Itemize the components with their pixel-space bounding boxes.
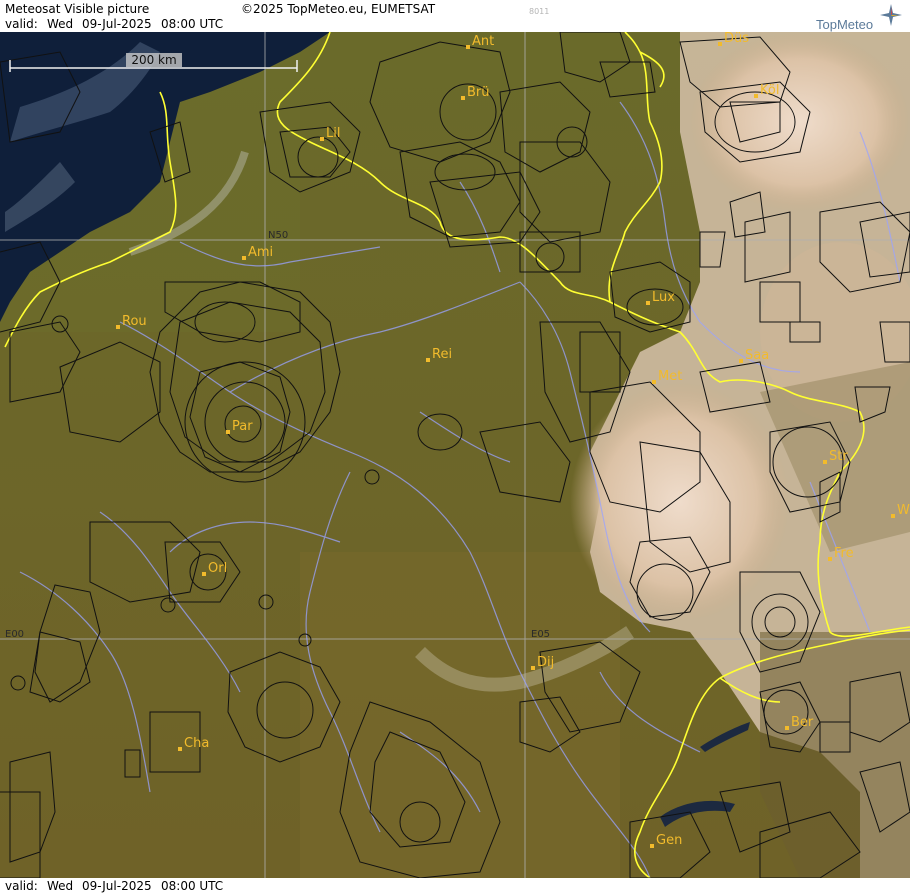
image-code: 8011 (529, 7, 550, 16)
valid-day: Wed (47, 17, 74, 31)
city-label: Rou (122, 314, 147, 329)
city-dot (226, 430, 230, 434)
satellite-map[interactable]: N50 E00 E05 200 km Ant DüsBrü KölLilAmiL… (0, 32, 910, 878)
footer-valid-time: 08:00 UTC (161, 879, 224, 893)
city-label: Cha (184, 736, 209, 751)
city-label: Met (658, 369, 682, 384)
city-label: Ber (791, 715, 814, 730)
city-label: Rei (432, 347, 452, 362)
city-dot (242, 256, 246, 260)
grid-label-lon-west: E00 (5, 629, 24, 640)
city-label: Ami (248, 245, 273, 260)
city-label: Fre (834, 546, 854, 561)
city-label: Lux (652, 290, 675, 305)
city-label: Düs (724, 32, 749, 46)
city-dot (823, 460, 827, 464)
brand-logo-text: TopMeteo (816, 17, 874, 32)
city-dot (739, 359, 743, 363)
city-label: Dij (537, 655, 554, 670)
city-label: Saa (745, 348, 769, 363)
city-dot (785, 726, 789, 730)
city-dot (202, 572, 206, 576)
city-label: Lil (326, 126, 340, 141)
city-label: Brü (467, 85, 490, 100)
city-label: Str (829, 449, 848, 464)
footer-valid-label: valid: (5, 879, 38, 893)
city-label: Orl (208, 561, 227, 576)
footer-bar: valid: Wed 09-Jul-2025 08:00 UTC (0, 878, 910, 893)
city-dot (178, 747, 182, 751)
city-dot (828, 557, 832, 561)
valid-label: valid: (5, 17, 38, 31)
city-label: Ant (472, 34, 494, 49)
footer-valid-date: 09-Jul-2025 (82, 879, 152, 893)
city-dot (646, 301, 650, 305)
header-bar: Meteosat Visible picture ©2025 TopMeteo.… (0, 0, 910, 32)
copyright-text: ©2025 TopMeteo.eu, EUMETSAT (241, 2, 436, 16)
grid-label-lon-east: E05 (531, 629, 550, 640)
city-label: Köl (760, 83, 779, 98)
city-dot (531, 666, 535, 670)
city-label: Gen (656, 833, 682, 848)
city-dot (891, 514, 895, 518)
valid-time: 08:00 UTC (161, 17, 224, 31)
compass-star-icon (880, 4, 902, 26)
city-dot (116, 325, 120, 329)
city-dot (718, 42, 722, 46)
city-dot (320, 137, 324, 141)
city-dot (650, 844, 654, 848)
city-label: Par (232, 419, 253, 434)
city-dot (652, 380, 656, 384)
city-dot (461, 96, 465, 100)
footer-valid-day: Wed (47, 879, 74, 893)
image-title: Meteosat Visible picture (5, 2, 150, 16)
city-label: W (897, 503, 910, 518)
city-dot (426, 358, 430, 362)
scale-bar-label: 200 km (131, 53, 176, 67)
grid-label-lat: N50 (268, 230, 288, 241)
city-dot (754, 94, 758, 98)
valid-date: 09-Jul-2025 (82, 17, 152, 31)
city-dot (466, 45, 470, 49)
